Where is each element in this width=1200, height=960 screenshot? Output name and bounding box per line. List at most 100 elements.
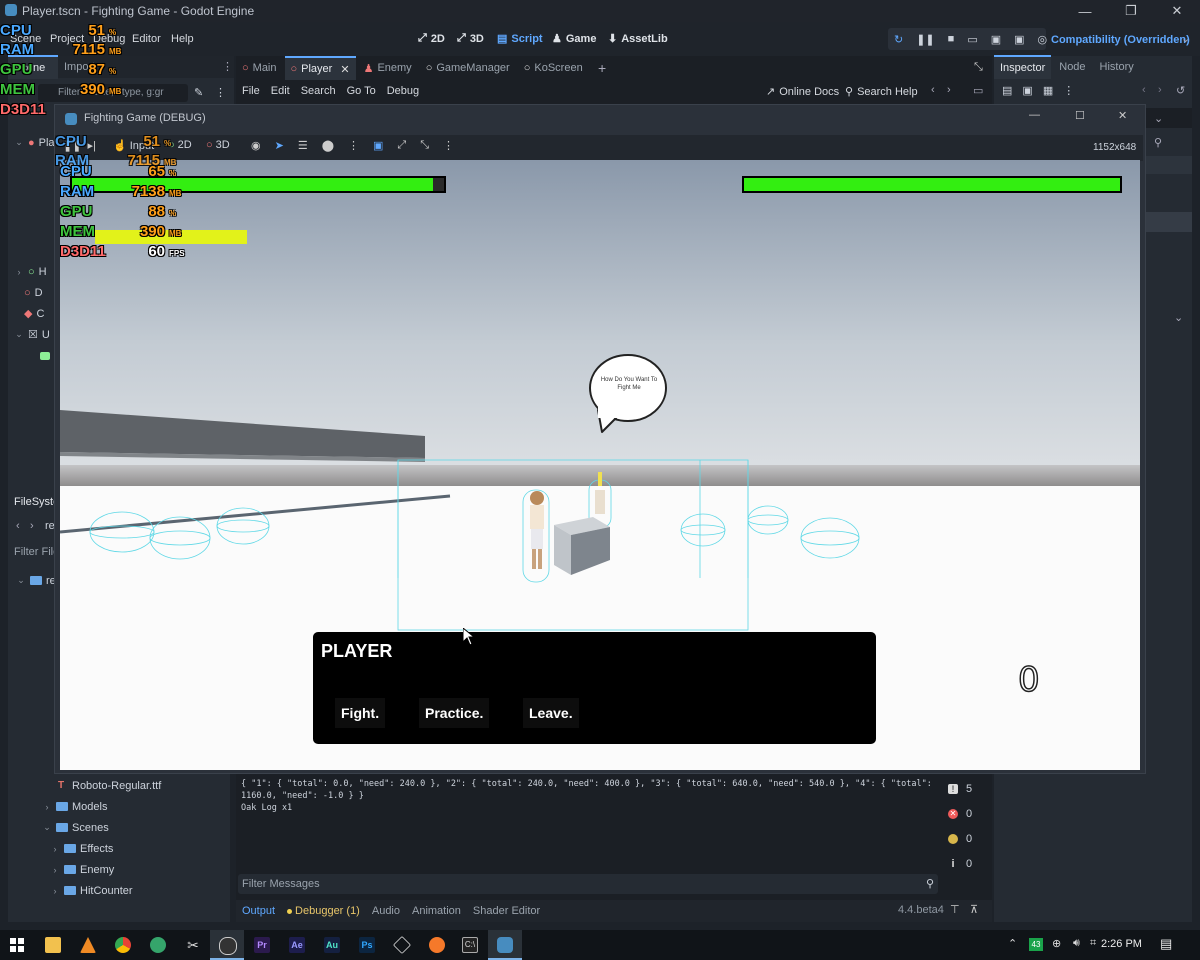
load-resource-icon[interactable]: ▣ — [1022, 84, 1032, 97]
inspector-search-icon[interactable]: ⚲ — [1154, 136, 1162, 149]
capcut-icon[interactable]: ✂ — [185, 937, 201, 953]
tab-inspector[interactable]: Inspector — [994, 55, 1052, 79]
script-menu-file[interactable]: File — [242, 85, 260, 97]
script-tab-main[interactable]: ○ Main — [236, 57, 283, 79]
errors-toggle[interactable]: ✕ 0 — [942, 801, 988, 826]
script-menu-debug[interactable]: Debug — [387, 85, 419, 97]
game-close-button[interactable]: ✕ — [1118, 109, 1127, 122]
forward-icon[interactable]: › — [30, 520, 34, 532]
tab-shader-editor[interactable]: Shader Editor — [473, 905, 540, 917]
distraction-free-icon[interactable]: ⤡ — [974, 61, 983, 74]
language-icon[interactable]: ⊕ — [1052, 937, 1061, 950]
tray-chevron-icon[interactable]: ⌃ — [1008, 937, 1017, 950]
fs-folder-row[interactable]: › Models — [8, 796, 230, 817]
next-script-icon[interactable]: › — [947, 84, 951, 96]
renderer-selector[interactable]: Compatibility (Overridden) — [1051, 34, 1190, 46]
messages-toggle[interactable]: ! 5 — [942, 776, 988, 801]
mode-3d-button[interactable]: ○ 3D — [206, 139, 230, 151]
game-menu-icon[interactable]: ⋮ — [348, 139, 359, 152]
tray-badge[interactable]: 43 — [1029, 938, 1043, 951]
obs-icon[interactable] — [219, 937, 237, 955]
search-help-button[interactable]: ⚲ Search Help — [845, 85, 918, 99]
start-icon[interactable] — [10, 938, 24, 952]
new-script-tab-button[interactable]: + — [598, 60, 606, 76]
inspector-dropdown-icon[interactable]: ⌄ — [1154, 112, 1163, 125]
fs-file-row[interactable]: T Roboto-Regular.ttf — [8, 775, 230, 796]
expand-icon[interactable]: › — [50, 886, 60, 896]
network-icon[interactable]: ⌗ — [1090, 937, 1096, 950]
main-screen-assetlib[interactable]: ⬇ AssetLib — [608, 32, 668, 46]
visibility-icon[interactable]: ◉ — [251, 139, 261, 152]
vlc-icon[interactable] — [80, 937, 96, 953]
back-icon[interactable]: ‹ — [16, 520, 20, 532]
online-docs-button[interactable]: ↗ Online Docs — [766, 85, 839, 99]
main-screen-2d[interactable]: ⤢ 2D — [418, 32, 445, 45]
add-script-icon[interactable]: ✎ — [194, 86, 203, 99]
movie-icon[interactable]: ▣ — [991, 33, 1001, 46]
run-scene-icon[interactable]: ▣ — [1014, 33, 1024, 46]
dock-menu-icon[interactable]: ⋮ — [222, 60, 233, 73]
after-effects-icon[interactable]: Ae — [289, 937, 305, 953]
filter-messages-input[interactable]: Filter Messages ⚲ — [238, 874, 938, 894]
expand-icon[interactable]: › — [42, 802, 52, 812]
toggle-panel-icon[interactable]: ▭ — [973, 84, 983, 97]
notifications-icon[interactable]: ▤ — [1160, 936, 1172, 952]
remote-debug-icon[interactable]: ▭ — [967, 33, 977, 46]
close-button[interactable]: ✕ — [1154, 0, 1200, 22]
script-menu-goto[interactable]: Go To — [347, 85, 376, 97]
blender-icon[interactable] — [429, 937, 445, 953]
chrome-icon[interactable] — [115, 937, 131, 953]
menu-editor[interactable]: Editor — [132, 33, 161, 45]
tab-audio[interactable]: Audio — [372, 905, 400, 917]
premiere-icon[interactable]: Pr — [254, 937, 270, 953]
game-maximize-button[interactable]: ☐ — [1075, 109, 1085, 122]
edge-icon[interactable] — [150, 937, 166, 953]
stop-icon[interactable]: ■ — [948, 33, 955, 45]
main-screen-3d[interactable]: ⤢ 3D — [457, 32, 484, 45]
select-cursor-icon[interactable]: ➤ — [275, 139, 284, 152]
inspector-forward-icon[interactable]: › — [1158, 84, 1162, 96]
inspector-back-icon[interactable]: ‹ — [1142, 84, 1146, 96]
resource-menu-icon[interactable]: ⋮ — [1063, 84, 1074, 97]
scene-menu-icon[interactable]: ⋮ — [215, 86, 226, 99]
embed-icon[interactable]: ▣ — [373, 139, 383, 152]
run-custom-icon[interactable]: ◎ — [1038, 33, 1048, 46]
renderer-dropdown-icon[interactable]: ⌄ — [1181, 32, 1190, 45]
fit-icon[interactable]: ⤢ — [397, 139, 406, 152]
script-tab-koscreen[interactable]: ○ KoScreen — [518, 57, 589, 79]
pin-icon[interactable]: ⊤ — [950, 903, 960, 916]
menu-help[interactable]: Help — [171, 33, 194, 45]
expand-icon[interactable]: › — [50, 844, 60, 854]
reload-icon[interactable]: ↻ — [894, 33, 903, 46]
maximize-button[interactable]: ❐ — [1108, 0, 1154, 22]
script-menu-search[interactable]: Search — [301, 85, 336, 97]
new-resource-icon[interactable]: ▤ — [1002, 84, 1012, 97]
main-screen-game[interactable]: ♟ Game — [552, 32, 596, 46]
file-explorer-icon[interactable] — [45, 937, 61, 953]
camera-override-icon[interactable]: ⬤ — [322, 139, 334, 152]
pause-icon[interactable]: ❚❚ — [916, 33, 934, 46]
inspector-history-icon[interactable]: ↺ — [1176, 84, 1185, 97]
tab-history[interactable]: History — [1094, 56, 1140, 78]
list-select-icon[interactable]: ☰ — [298, 139, 308, 152]
tab-node[interactable]: Node — [1053, 56, 1091, 78]
prev-script-icon[interactable]: ‹ — [931, 84, 935, 96]
expand-icon[interactable]: › — [50, 865, 60, 875]
terminal-icon[interactable]: C:\ — [462, 937, 478, 953]
main-screen-script[interactable]: ▤ Script — [497, 32, 543, 46]
godot-taskbar-icon[interactable] — [497, 937, 513, 953]
fs-folder-row[interactable]: › Enemy — [8, 859, 230, 880]
script-tab-gamemanager[interactable]: ○ GameManager — [420, 57, 516, 79]
fight-button[interactable]: Fight. — [335, 698, 386, 728]
close-tab-icon[interactable]: ✕ — [340, 63, 349, 76]
tab-animation[interactable]: Animation — [412, 905, 461, 917]
clock[interactable]: 2:26 PM — [1101, 938, 1142, 950]
section-collapse-icon[interactable]: ⌄ — [1174, 311, 1183, 324]
fs-folder-row[interactable]: ⌄ Scenes — [8, 817, 230, 838]
tab-output[interactable]: Output — [242, 905, 275, 917]
photoshop-icon[interactable]: Ps — [359, 937, 375, 953]
tab-debugger[interactable]: Debugger (1) — [287, 905, 360, 917]
fs-folder-row[interactable]: › HitCounter — [8, 880, 230, 901]
volume-icon[interactable]: 🔊︎ — [1073, 937, 1080, 950]
info-toggle[interactable]: i0 — [942, 851, 988, 876]
